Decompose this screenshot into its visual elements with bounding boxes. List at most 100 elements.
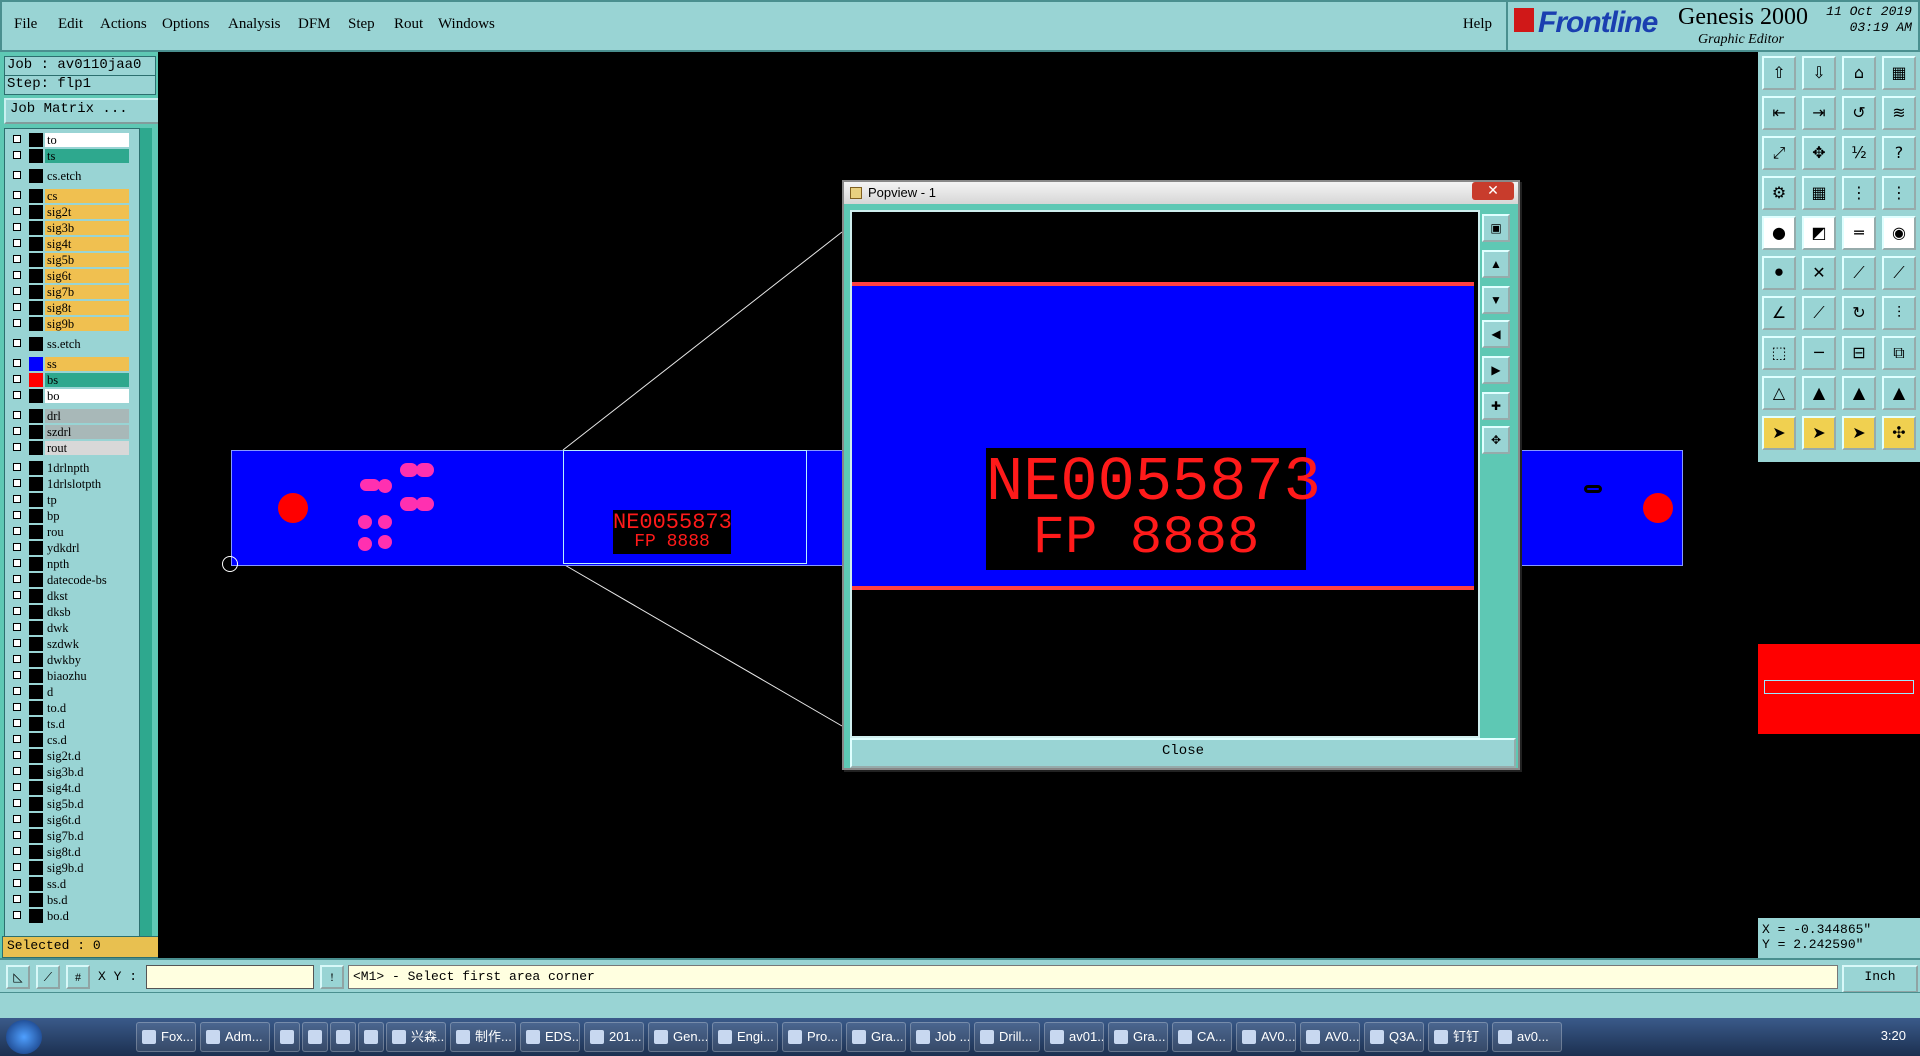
layer-row[interactable]: bp: [7, 509, 129, 523]
layer-checkbox[interactable]: [13, 847, 21, 855]
menu-windows[interactable]: Windows: [438, 16, 495, 33]
layer-color-swatch[interactable]: [29, 637, 43, 651]
layer-checkbox[interactable]: [13, 463, 21, 471]
triangle-b-icon[interactable]: ▲: [1802, 376, 1836, 410]
layer-checkbox[interactable]: [13, 815, 21, 823]
popview-close-button[interactable]: Close: [850, 738, 1516, 768]
taskbar-item[interactable]: av0...: [1492, 1022, 1562, 1052]
layer-color-swatch[interactable]: [29, 813, 43, 827]
dash-icon[interactable]: ─: [1802, 336, 1836, 370]
start-button[interactable]: [6, 1020, 42, 1054]
layer-row[interactable]: cs: [7, 189, 129, 203]
layer-name[interactable]: biaozhu: [45, 669, 129, 683]
layer-color-swatch[interactable]: [29, 357, 43, 371]
layer-color-swatch[interactable]: [29, 269, 43, 283]
layer-name[interactable]: ts.d: [45, 717, 129, 731]
layer-row[interactable]: to: [7, 133, 129, 147]
layer-name[interactable]: sig9b: [45, 317, 129, 331]
layer-name[interactable]: cs: [45, 189, 129, 203]
layer-checkbox[interactable]: [13, 255, 21, 263]
pad-select-icon[interactable]: ●: [1762, 216, 1796, 250]
layer-color-swatch[interactable]: [29, 285, 43, 299]
layer-row[interactable]: sig4t.d: [7, 781, 129, 795]
layer-color-swatch[interactable]: [29, 717, 43, 731]
layer-checkbox[interactable]: [13, 359, 21, 367]
help-icon[interactable]: ?: [1882, 136, 1916, 170]
menu-help[interactable]: Help: [1463, 16, 1492, 33]
layer-row[interactable]: sig9b.d: [7, 861, 129, 875]
layer-checkbox[interactable]: [13, 911, 21, 919]
layer-checkbox[interactable]: [13, 591, 21, 599]
layer-row[interactable]: datecode-bs: [7, 573, 129, 587]
zoom-fit-icon[interactable]: ▣: [1482, 214, 1510, 242]
layer-checkbox[interactable]: [13, 751, 21, 759]
layer-color-swatch[interactable]: [29, 461, 43, 475]
info-icon[interactable]: !: [320, 965, 344, 989]
layer-row[interactable]: sig6t.d: [7, 813, 129, 827]
taskbar-item[interactable]: Job ...: [910, 1022, 970, 1052]
layers-b-icon[interactable]: ⋮: [1882, 176, 1916, 210]
layer-color-swatch[interactable]: [29, 845, 43, 859]
layer-name[interactable]: sig7b.d: [45, 829, 129, 843]
layer-row[interactable]: drl: [7, 409, 129, 423]
taskbar-item[interactable]: Drill...: [974, 1022, 1040, 1052]
layer-checkbox[interactable]: [13, 171, 21, 179]
layer-row[interactable]: bo: [7, 389, 129, 403]
layer-name[interactable]: npth: [45, 557, 129, 571]
layer-checkbox[interactable]: [13, 639, 21, 647]
layer-color-swatch[interactable]: [29, 425, 43, 439]
layer-name[interactable]: tp: [45, 493, 129, 507]
layer-name[interactable]: ydkdrl: [45, 541, 129, 555]
layer-row[interactable]: dwk: [7, 621, 129, 635]
taskbar-item[interactable]: EDS...: [520, 1022, 580, 1052]
circle-icon[interactable]: ◉: [1882, 216, 1916, 250]
layer-name[interactable]: sig9b.d: [45, 861, 129, 875]
layer-color-swatch[interactable]: [29, 189, 43, 203]
layer-color-swatch[interactable]: [29, 701, 43, 715]
grid-icon[interactable]: ▦: [1802, 176, 1836, 210]
step-down-icon[interactable]: ⇩: [1802, 56, 1836, 90]
layer-row[interactable]: 1drlnpth: [7, 461, 129, 475]
copy-icon[interactable]: ⧉: [1882, 336, 1916, 370]
layer-checkbox[interactable]: [13, 239, 21, 247]
taskbar-item[interactable]: Engi...: [712, 1022, 778, 1052]
triangle-c-icon[interactable]: ▲: [1842, 376, 1876, 410]
layer-checkbox[interactable]: [13, 783, 21, 791]
taskbar-item[interactable]: 201...: [584, 1022, 644, 1052]
layer-name[interactable]: cs.d: [45, 733, 129, 747]
layer-color-swatch[interactable]: [29, 205, 43, 219]
layer-color-swatch[interactable]: [29, 733, 43, 747]
layer-row[interactable]: szdrl: [7, 425, 129, 439]
layer-checkbox[interactable]: [13, 495, 21, 503]
layer-name[interactable]: ts: [45, 149, 129, 163]
taskbar-item[interactable]: Adm...: [200, 1022, 270, 1052]
layer-row[interactable]: bs.d: [7, 893, 129, 907]
layer-checkbox[interactable]: [13, 151, 21, 159]
taskbar-item[interactable]: CA...: [1172, 1022, 1232, 1052]
layer-row[interactable]: ts: [7, 149, 129, 163]
layer-name[interactable]: sig4t: [45, 237, 129, 251]
layer-checkbox[interactable]: [13, 671, 21, 679]
layer-row[interactable]: sig5b.d: [7, 797, 129, 811]
prev-icon[interactable]: ⇤: [1762, 96, 1796, 130]
script-icon[interactable]: ≋: [1882, 96, 1916, 130]
layer-color-swatch[interactable]: [29, 301, 43, 315]
layer-checkbox[interactable]: [13, 799, 21, 807]
layer-row[interactable]: sig2t: [7, 205, 129, 219]
layer-checkbox[interactable]: [13, 375, 21, 383]
layer-row[interactable]: sig6t: [7, 269, 129, 283]
layer-name[interactable]: rou: [45, 525, 129, 539]
layer-checkbox[interactable]: [13, 575, 21, 583]
layer-color-swatch[interactable]: [29, 169, 43, 183]
layer-color-swatch[interactable]: [29, 781, 43, 795]
layers-a-icon[interactable]: ⋮: [1842, 176, 1876, 210]
layer-name[interactable]: d: [45, 685, 129, 699]
layer-row[interactable]: sig5b: [7, 253, 129, 267]
layer-name[interactable]: dwkby: [45, 653, 129, 667]
layer-name[interactable]: sig3b.d: [45, 765, 129, 779]
layer-color-swatch[interactable]: [29, 317, 43, 331]
layer-color-swatch[interactable]: [29, 765, 43, 779]
layer-checkbox[interactable]: [13, 687, 21, 695]
layer-color-swatch[interactable]: [29, 621, 43, 635]
layer-color-swatch[interactable]: [29, 441, 43, 455]
